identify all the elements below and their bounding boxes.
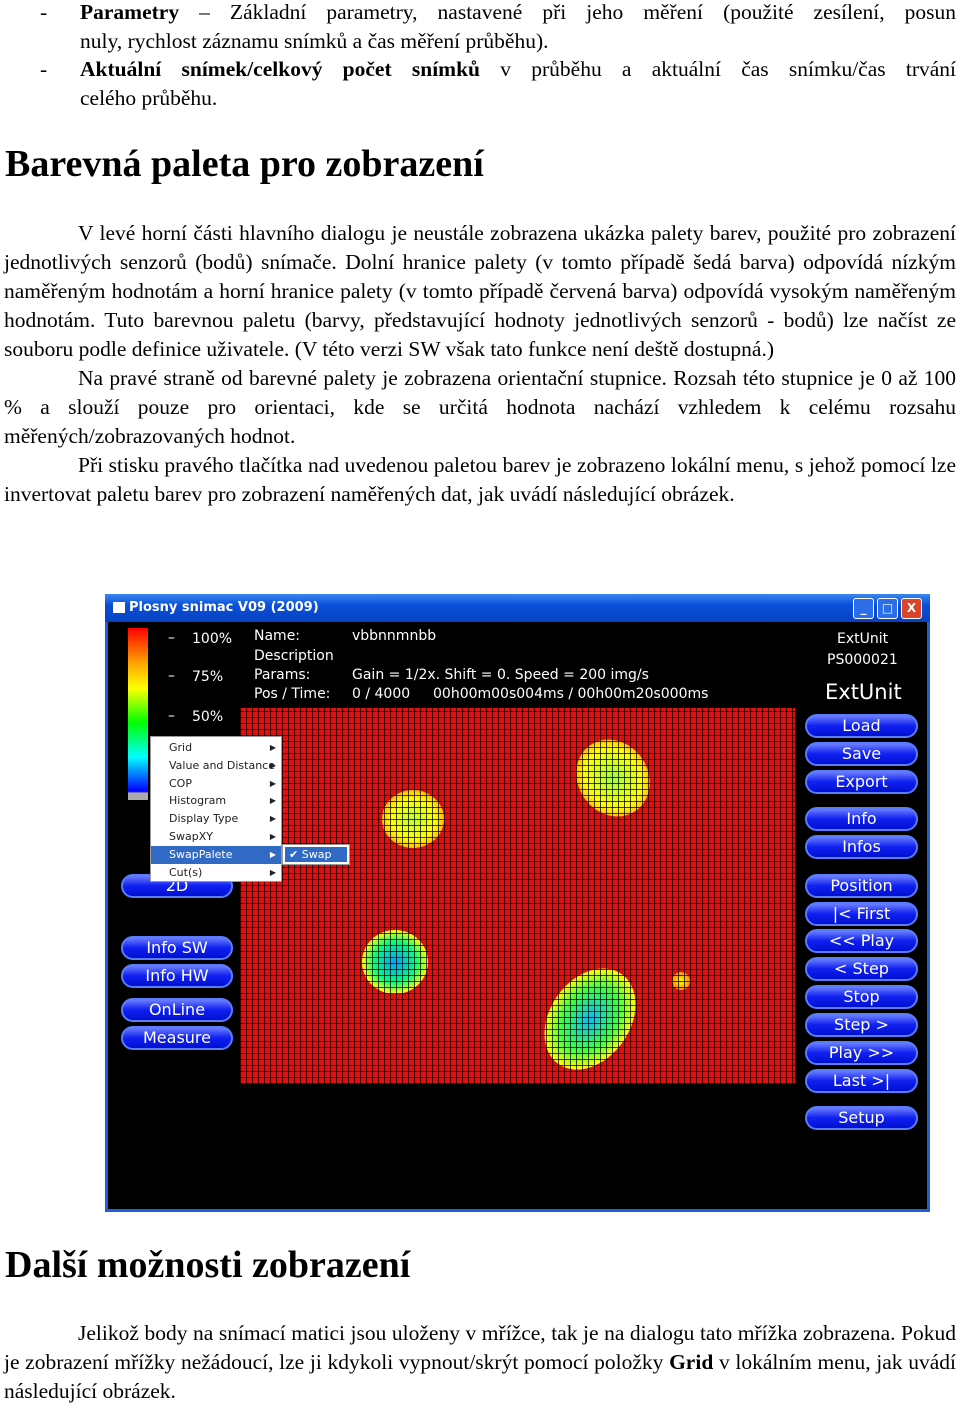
submenu-item-swap[interactable]: ✔ Swap: [285, 847, 347, 862]
bullet-2-line-2: celého průběhu.: [80, 86, 218, 110]
bullet-text: – Základní parametry, nastavené při jeho…: [199, 0, 956, 24]
scale-tick: –: [168, 708, 175, 724]
submenu-arrow-icon: ▶: [269, 743, 276, 752]
menu-item-label: Value and Distance: [169, 758, 275, 772]
bullet-2-line-1: Aktuální snímek/celkový počet snímků v p…: [80, 55, 956, 84]
right-button-9[interactable]: Stop: [805, 985, 918, 1009]
right-button-8[interactable]: < Step: [805, 957, 918, 981]
context-menu: Grid ▶ Value and Distance ▶ COP ▶ Histogram ▶ Di…: [150, 736, 282, 882]
close-button[interactable]: X: [901, 598, 922, 619]
submenu-label: Swap: [301, 848, 332, 861]
time-value: 00h00m00s004ms / 00h00m20s000ms: [433, 686, 709, 702]
ext-unit-label: ExtUnit: [837, 631, 889, 647]
menu-item-label: Histogram: [169, 794, 227, 808]
menu-item-label: SwapXY: [169, 829, 213, 843]
bullet-dash: -: [40, 57, 48, 81]
right-button-5[interactable]: Position: [805, 874, 918, 898]
info-sw-button[interactable]: Info SW: [121, 936, 233, 960]
menu-item-grid[interactable]: Grid ▶: [151, 739, 281, 757]
right-button-0[interactable]: Load: [805, 714, 918, 738]
menu-item-label: SwapPalete: [169, 847, 233, 861]
right-button-11[interactable]: Play >>: [805, 1041, 918, 1065]
scale-label: 100%: [192, 631, 233, 647]
params-value: Gain = 1/2x. Shift = 0. Speed = 200 img/…: [352, 667, 649, 683]
bullet-bold: Aktuální snímek/celkový počet snímků: [80, 57, 480, 81]
bullet-text: v průběhu a aktuální čas snímku/čas trvá…: [500, 57, 957, 81]
bullet-1-line-1: Parametry – Základní parametry, nastaven…: [80, 0, 956, 27]
pos-label: Pos / Time:: [254, 686, 331, 702]
check-icon: ✔: [289, 848, 299, 861]
menu-item-swapxy[interactable]: SwapXY ▶: [151, 828, 281, 846]
app-window: Plosny snimac V09 (2009) _ □ X – 100% – …: [105, 594, 930, 1212]
ext-unit-title: ExtUnit: [825, 680, 902, 704]
menu-item-display-type[interactable]: Display Type ▶: [151, 810, 281, 828]
submenu-arrow-icon: ▶: [269, 760, 276, 770]
submenu-arrow-icon: ▶: [269, 831, 276, 841]
name-label: Name:: [254, 628, 301, 644]
paragraph: V levé horní části hlavního dialogu je n…: [4, 221, 956, 361]
right-button-12[interactable]: Last >|: [805, 1069, 918, 1093]
right-button-2[interactable]: Export: [805, 770, 918, 794]
submenu-arrow-icon: ▶: [269, 778, 276, 788]
menu-item-swappalete[interactable]: SwapPalete ▶: [151, 845, 281, 864]
bullet-1-line-2: nuly, rychlost záznamu snímků a čas měře…: [80, 29, 549, 53]
menu-item-label: Display Type: [169, 812, 239, 826]
bold-term: Grid: [669, 1350, 714, 1374]
submenu-arrow-icon: ▶: [269, 796, 276, 806]
paragraph: Na pravé straně od barevné palety je zob…: [4, 366, 956, 448]
right-button-4[interactable]: Infos: [805, 835, 918, 859]
menu-item-histogram[interactable]: Histogram ▶: [151, 792, 281, 810]
color-palette[interactable]: [128, 628, 148, 800]
params-label: Params:: [254, 667, 311, 683]
scale-tick: –: [168, 668, 175, 684]
section-body: V levé horní části hlavního dialogu je n…: [4, 219, 956, 509]
title-bar: Plosny snimac V09 (2009) _ □ X: [105, 594, 930, 622]
right-button-3[interactable]: Info: [805, 807, 918, 831]
submenu: ✔ Swap: [282, 844, 350, 865]
scale-label: 75%: [192, 669, 224, 685]
paragraph: Jelikož body na snímací matici jsou ulož…: [4, 1319, 956, 1406]
serial-number: PS000021: [827, 652, 898, 668]
menu-item-value-and-distance[interactable]: Value and Distance ▶: [151, 757, 281, 775]
paragraph: Při stisku pravého tlačítka nad uvedenou…: [4, 453, 956, 506]
info-hw-button[interactable]: Info HW: [121, 964, 233, 988]
minimize-button[interactable]: _: [853, 598, 874, 619]
section-body: Jelikož body na snímací matici jsou ulož…: [4, 1319, 956, 1406]
menu-item-cut-s-[interactable]: Cut(s) ▶: [151, 864, 281, 882]
description-label: Description: [254, 648, 334, 664]
section-heading: Další možnosti zobrazení: [5, 1244, 411, 1286]
sensor-grid[interactable]: [240, 708, 795, 1084]
submenu-arrow-icon: ▶: [269, 849, 276, 859]
app-icon: [113, 602, 125, 613]
grid-lines: [240, 708, 795, 1084]
right-button-10[interactable]: Step >: [805, 1013, 918, 1037]
maximize-button[interactable]: □: [877, 598, 898, 619]
bullet-bold: Parametry: [80, 0, 180, 24]
pos-value: 0 / 4000: [352, 686, 411, 702]
bullet-dash: -: [40, 0, 48, 24]
right-button-7[interactable]: << Play: [805, 929, 918, 953]
menu-item-label: Grid: [169, 741, 193, 754]
name-value: vbbnnmnbb: [352, 628, 437, 644]
window-title: Plosny snimac V09 (2009): [129, 600, 319, 615]
measure-button[interactable]: Measure: [121, 1026, 233, 1050]
right-button-6[interactable]: |< First: [805, 902, 918, 926]
scale-label: 50%: [192, 709, 224, 725]
right-button-13[interactable]: Setup: [805, 1106, 918, 1130]
scale-tick: –: [168, 630, 175, 646]
section-heading: Barevná paleta pro zobrazení: [5, 143, 484, 185]
menu-item-label: Cut(s): [169, 865, 203, 879]
submenu-arrow-icon: ▶: [269, 867, 276, 877]
right-button-1[interactable]: Save: [805, 742, 918, 766]
online-button[interactable]: OnLine: [121, 998, 233, 1022]
submenu-arrow-icon: ▶: [269, 814, 276, 824]
menu-item-cop[interactable]: COP ▶: [151, 775, 281, 793]
menu-item-label: COP: [169, 776, 192, 790]
